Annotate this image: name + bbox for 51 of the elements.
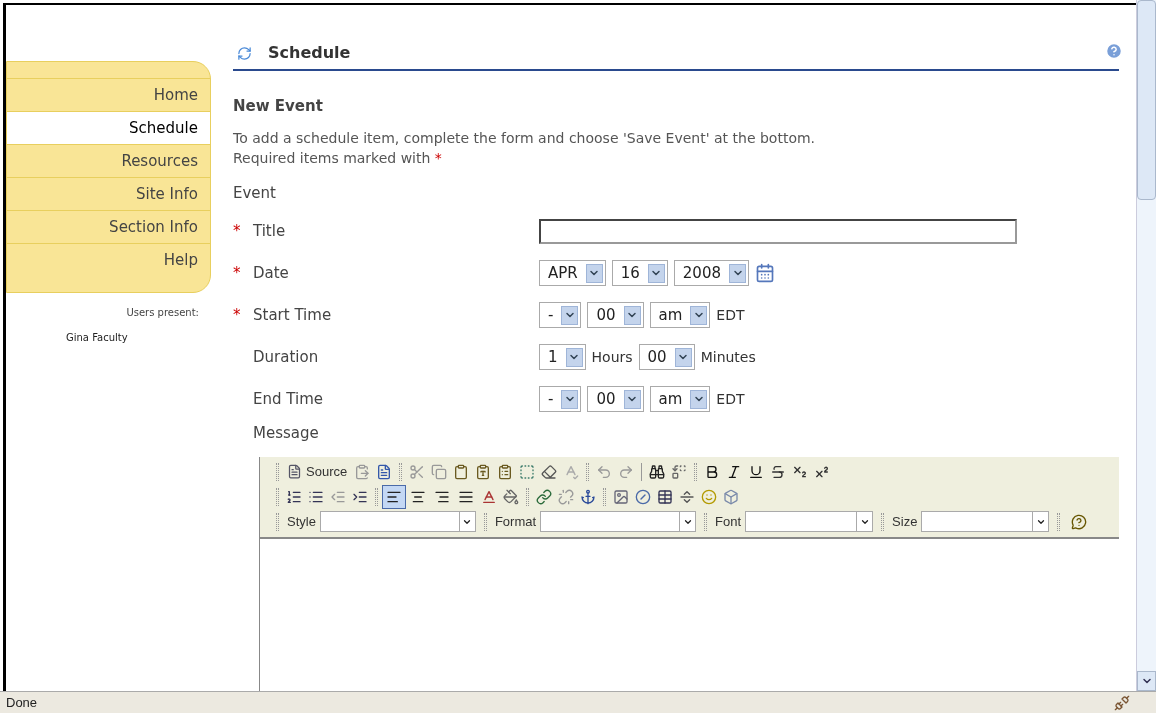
dropdown[interactable]: -	[539, 302, 582, 328]
combo-label: Style	[287, 512, 316, 531]
required-mark: *	[233, 263, 241, 282]
page-title: Schedule	[268, 42, 351, 64]
dropdown[interactable]: 2008	[673, 260, 749, 286]
vertical-scrollbar[interactable]	[1136, 0, 1156, 691]
field-label: End Time	[253, 388, 323, 410]
dropdown[interactable]: 00	[587, 386, 644, 412]
dropdown[interactable]: am	[649, 302, 711, 328]
required-mark: *	[233, 305, 241, 324]
combo-label: Font	[715, 512, 742, 531]
nav-item[interactable]: Resources	[7, 144, 210, 177]
form-heading: New Event	[233, 96, 324, 117]
title-input[interactable]	[539, 218, 1017, 244]
dropdown[interactable]: 00	[587, 302, 644, 328]
user-name: Gina Faculty	[66, 332, 128, 343]
unit-label: EDT	[716, 389, 745, 409]
help-icon[interactable]	[1105, 42, 1123, 60]
status-text: Done	[6, 693, 38, 712]
field-label: Start Time	[253, 304, 332, 326]
combo-label: Format	[494, 512, 537, 531]
refresh-icon[interactable]	[237, 45, 252, 61]
dropdown[interactable]: 16	[611, 260, 668, 286]
dropdown[interactable]: 1	[539, 344, 586, 370]
align-left-icon[interactable]	[382, 484, 406, 509]
nav-item[interactable]: Site Info	[7, 177, 210, 210]
users-present-label: Users present:	[126, 306, 199, 320]
required-mark: *	[434, 149, 442, 166]
field-label: Message	[253, 423, 320, 444]
field-label: Duration	[253, 346, 319, 368]
unit-label: Hours	[591, 347, 633, 367]
calendar-icon[interactable]	[755, 263, 775, 283]
required-note: Required items marked with	[233, 149, 431, 166]
required-mark: *	[233, 221, 241, 240]
source-button[interactable]: Source	[283, 461, 352, 482]
dropdown[interactable]: -	[539, 386, 582, 412]
unit-label: EDT	[716, 305, 745, 325]
field-label: Title	[253, 220, 286, 242]
connection-icon	[1114, 694, 1130, 711]
unit-label: Minutes	[700, 347, 756, 367]
combo-label: Size	[892, 512, 918, 531]
dropdown[interactable]: APR	[539, 260, 606, 286]
nav-item[interactable]: Schedule	[7, 111, 210, 144]
dropdown[interactable]: 00	[638, 344, 695, 370]
nav-item[interactable]: Section Info	[7, 210, 210, 243]
nav-item[interactable]: Help	[7, 243, 210, 276]
field-label: Date	[253, 262, 289, 284]
section-label: Event	[233, 182, 277, 204]
intro-text: To add a schedule item, complete the form and choose 'Save Event' at the bottom.	[233, 128, 817, 148]
dropdown[interactable]: am	[649, 386, 711, 412]
source-icon	[287, 464, 302, 479]
